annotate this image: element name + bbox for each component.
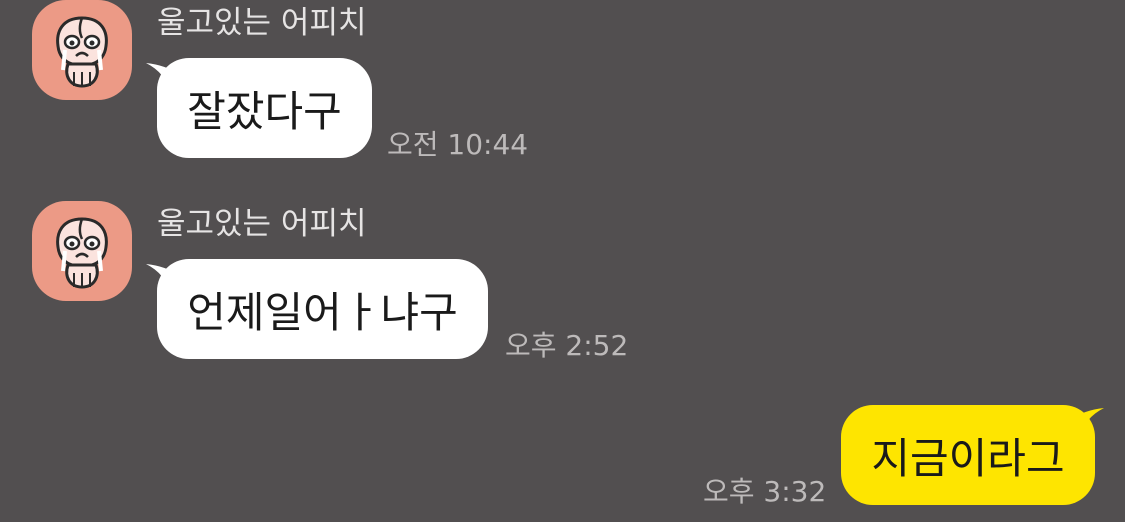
message-timestamp: 오후 2:52 <box>505 329 629 362</box>
message-timestamp: 오전 10:44 <box>387 128 529 161</box>
chat-message-list[interactable]: 울고있는 어피치 잘잤다구 오전 10:44 울고있는 어피치 언제일어ㅏ냐구 … <box>0 0 1125 522</box>
message-text: 지금이라그 <box>871 433 1065 483</box>
sender-avatar[interactable] <box>32 201 132 301</box>
sender-name: 울고있는 어피치 <box>157 206 367 242</box>
message-bubble[interactable]: 잘잤다구 <box>157 58 372 158</box>
message-bubble[interactable]: 지금이라그 <box>841 405 1095 505</box>
message-timestamp: 오후 3:32 <box>703 475 827 508</box>
message-text: 잘잤다구 <box>187 86 342 136</box>
message-bubble[interactable]: 언제일어ㅏ냐구 <box>157 259 488 359</box>
message-text: 언제일어ㅏ냐구 <box>187 287 458 337</box>
sender-name: 울고있는 어피치 <box>157 5 367 41</box>
apeach-crying-icon <box>56 16 108 88</box>
sender-avatar[interactable] <box>32 0 132 100</box>
apeach-crying-icon <box>56 217 108 289</box>
